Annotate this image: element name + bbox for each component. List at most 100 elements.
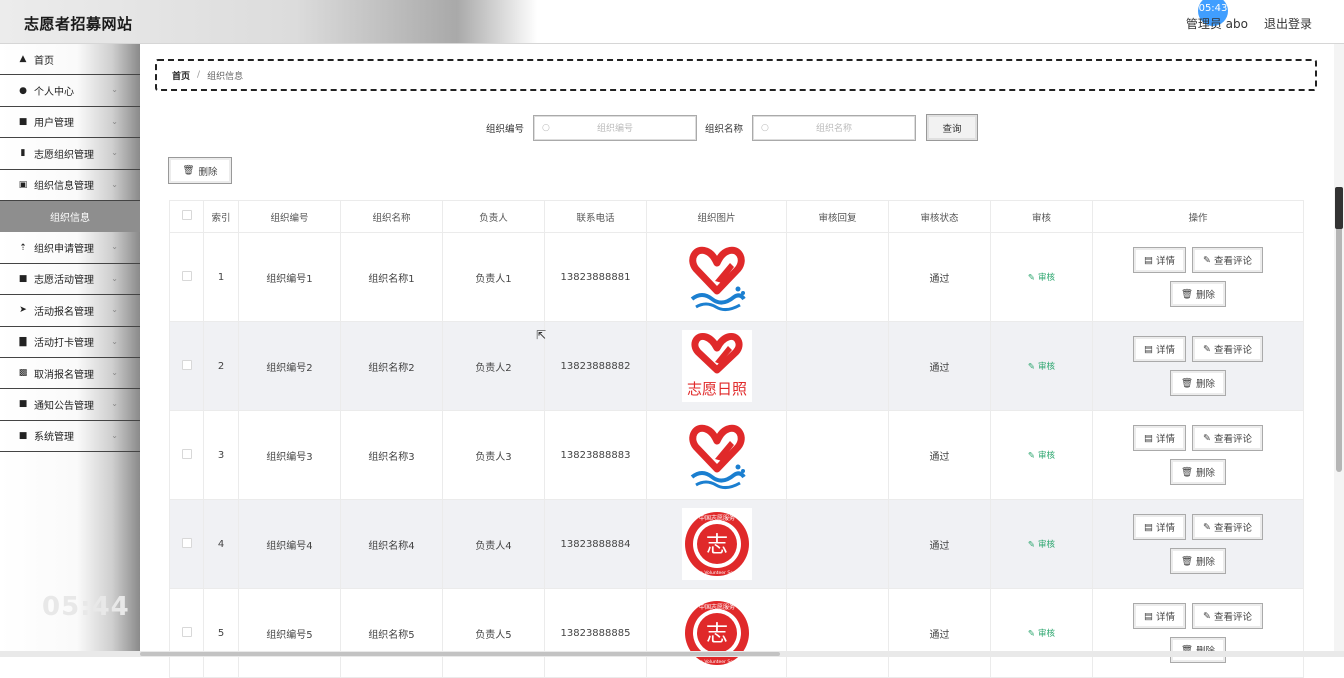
phone-cell: 13823888883 <box>545 411 647 500</box>
sidebar-item-label: 组织申请管理 <box>34 240 94 255</box>
audit-reply-cell <box>787 500 889 589</box>
sidebar-item-11[interactable]: ■通知公告管理⌄ <box>0 389 140 420</box>
column-header-4[interactable]: 联系电话 <box>545 201 647 233</box>
sidebar-item-2[interactable]: ■用户管理⌄ <box>0 107 140 138</box>
sidebar-item-1[interactable]: ●个人中心⌄ <box>0 75 140 106</box>
grid-icon: ■ <box>18 399 28 409</box>
view-comments-button[interactable]: ✎查看评论 <box>1192 603 1263 629</box>
org-image-cell: 志愿日照 <box>647 322 787 411</box>
table-row: 4组织编号4组织名称4负责人413823888884志中国志愿服务China V… <box>170 500 1304 589</box>
org-no-label: 组织编号 <box>486 121 524 135</box>
audit-label: 审核 <box>1038 451 1055 461</box>
sidebar-item-0[interactable]: ▲首页 <box>0 44 140 75</box>
org-logo-image[interactable]: 志中国志愿服务China Volunteer Service <box>682 597 752 669</box>
sidebar-item-label: 组织信息 <box>50 209 90 224</box>
row-delete-button[interactable]: 🗑︎删除 <box>1170 548 1226 574</box>
logout-link[interactable]: 退出登录 <box>1264 15 1312 32</box>
row-checkbox[interactable] <box>182 360 192 370</box>
audit-reply-cell <box>787 233 889 322</box>
row-delete-button[interactable]: 🗑︎删除 <box>1170 370 1226 396</box>
org-no-search-input[interactable]: ○ 组织编号 <box>533 115 697 141</box>
audit-link[interactable]: ✎审核 <box>1028 451 1055 461</box>
sidebar-item-9[interactable]: ▇活动打卡管理⌄ <box>0 327 140 358</box>
audit-status-cell: 通过 <box>889 233 991 322</box>
column-header-6[interactable]: 审核回复 <box>787 201 889 233</box>
row-select-cell[interactable] <box>170 411 204 500</box>
breadcrumb-home[interactable]: 首页 <box>172 69 190 82</box>
audit-link[interactable]: ✎审核 <box>1028 273 1055 283</box>
detail-button[interactable]: ▤详情 <box>1133 514 1186 540</box>
horizontal-scrollbar[interactable] <box>0 651 1344 657</box>
edit-icon: ✎ <box>1203 433 1211 444</box>
column-header-8[interactable]: 审核 <box>991 201 1093 233</box>
sidebar-item-4[interactable]: ▣组织信息管理⌄ <box>0 170 140 201</box>
batch-delete-button[interactable]: 🗑︎ 删除 <box>168 157 232 184</box>
row-checkbox[interactable] <box>182 449 192 459</box>
org-image-cell: 志中国志愿服务China Volunteer Service <box>647 589 787 678</box>
view-comments-button[interactable]: ✎查看评论 <box>1192 247 1263 273</box>
org-logo-image[interactable] <box>682 241 752 313</box>
pencil-icon: ✎ <box>1028 540 1035 550</box>
chevron-down-icon: ⌄ <box>111 305 118 314</box>
org-logo-image[interactable] <box>682 419 752 491</box>
index-cell: 2 <box>204 322 239 411</box>
detail-button[interactable]: ▤详情 <box>1133 425 1186 451</box>
row-delete-button[interactable]: 🗑︎删除 <box>1170 281 1226 307</box>
select-all-checkbox[interactable] <box>182 210 192 220</box>
operations-group: ▤详情✎查看评论 🗑︎删除 <box>1093 247 1303 307</box>
trash-icon: 🗑︎ <box>1181 556 1193 567</box>
org-info-table: 索引组织编号组织名称负责人联系电话组织图片审核回复审核状态审核操作 1组织编号1… <box>169 200 1304 678</box>
sidebar-item-6[interactable]: ⇡组织申请管理⌄ <box>0 232 140 263</box>
view-comments-button[interactable]: ✎查看评论 <box>1192 425 1263 451</box>
row-delete-button[interactable]: 🗑︎删除 <box>1170 637 1226 663</box>
sidebar: ▲首页 ● 个人中心 ⌄ ■用户管理⌄▮志愿组织管理⌄▣组织信息管理⌄ 组织信息 ⇡组织申请… <box>0 44 140 657</box>
vertical-scrollbar[interactable] <box>1334 44 1344 657</box>
phone-cell: 13823888882 <box>545 322 647 411</box>
column-header-2[interactable]: 组织名称 <box>341 201 443 233</box>
view-comments-button[interactable]: ✎查看评论 <box>1192 336 1263 362</box>
table-row: 5组织编号5组织名称5负责人513823888885志中国志愿服务China V… <box>170 589 1304 678</box>
column-header-3[interactable]: 负责人 <box>443 201 545 233</box>
sidebar-item-label: 志愿活动管理 <box>34 271 94 286</box>
org-name-search-input[interactable]: ○ 组织名称 <box>752 115 916 141</box>
column-header-9[interactable]: 操作 <box>1093 201 1304 233</box>
operations-cell: ▤详情✎查看评论 🗑︎删除 <box>1093 589 1304 678</box>
sidebar-item-5[interactable]: 组织信息 <box>0 201 140 232</box>
query-button[interactable]: 查询 <box>926 114 978 141</box>
column-header-7[interactable]: 审核状态 <box>889 201 991 233</box>
column-header-1[interactable]: 组织编号 <box>239 201 341 233</box>
audit-link[interactable]: ✎审核 <box>1028 629 1055 639</box>
vertical-scroll-thumb[interactable] <box>1336 188 1342 472</box>
select-all-cell[interactable] <box>170 201 204 233</box>
org-logo-image[interactable]: 志愿日照 <box>682 330 752 402</box>
horizontal-scroll-thumb[interactable] <box>140 652 780 656</box>
detail-button[interactable]: ▤详情 <box>1133 336 1186 362</box>
sidebar-item-3[interactable]: ▮志愿组织管理⌄ <box>0 138 140 169</box>
row-checkbox[interactable] <box>182 538 192 548</box>
view-comments-button[interactable]: ✎查看评论 <box>1192 514 1263 540</box>
table-row: 2组织编号2组织名称2负责人213823888882志愿日照通过✎审核▤详情✎查… <box>170 322 1304 411</box>
audit-cell: ✎审核 <box>991 500 1093 589</box>
sidebar-item-7[interactable]: ■志愿活动管理⌄ <box>0 264 140 295</box>
row-select-cell[interactable] <box>170 500 204 589</box>
sidebar-item-12[interactable]: ■系统管理⌄ <box>0 421 140 452</box>
column-header-0[interactable]: 索引 <box>204 201 239 233</box>
row-delete-button[interactable]: 🗑︎删除 <box>1170 459 1226 485</box>
row-checkbox[interactable] <box>182 271 192 281</box>
column-header-5[interactable]: 组织图片 <box>647 201 787 233</box>
row-select-cell[interactable] <box>170 589 204 678</box>
audit-link[interactable]: ✎审核 <box>1028 540 1055 550</box>
org-logo-image[interactable]: 志中国志愿服务China Volunteer Service <box>682 508 752 580</box>
sidebar-item-8[interactable]: ➤活动报名管理⌄ <box>0 295 140 326</box>
row-checkbox[interactable] <box>182 627 192 637</box>
user-icon: ● <box>18 86 28 96</box>
audit-link[interactable]: ✎审核 <box>1028 362 1055 372</box>
detail-button[interactable]: ▤详情 <box>1133 247 1186 273</box>
sidebar-item-label: 个人中心 <box>34 83 74 98</box>
detail-button[interactable]: ▤详情 <box>1133 603 1186 629</box>
row-select-cell[interactable] <box>170 233 204 322</box>
sidebar-item-10[interactable]: ▩取消报名管理⌄ <box>0 358 140 389</box>
username: abo <box>1226 17 1248 31</box>
trash-icon: 🗑︎ <box>1181 378 1193 389</box>
row-select-cell[interactable] <box>170 322 204 411</box>
